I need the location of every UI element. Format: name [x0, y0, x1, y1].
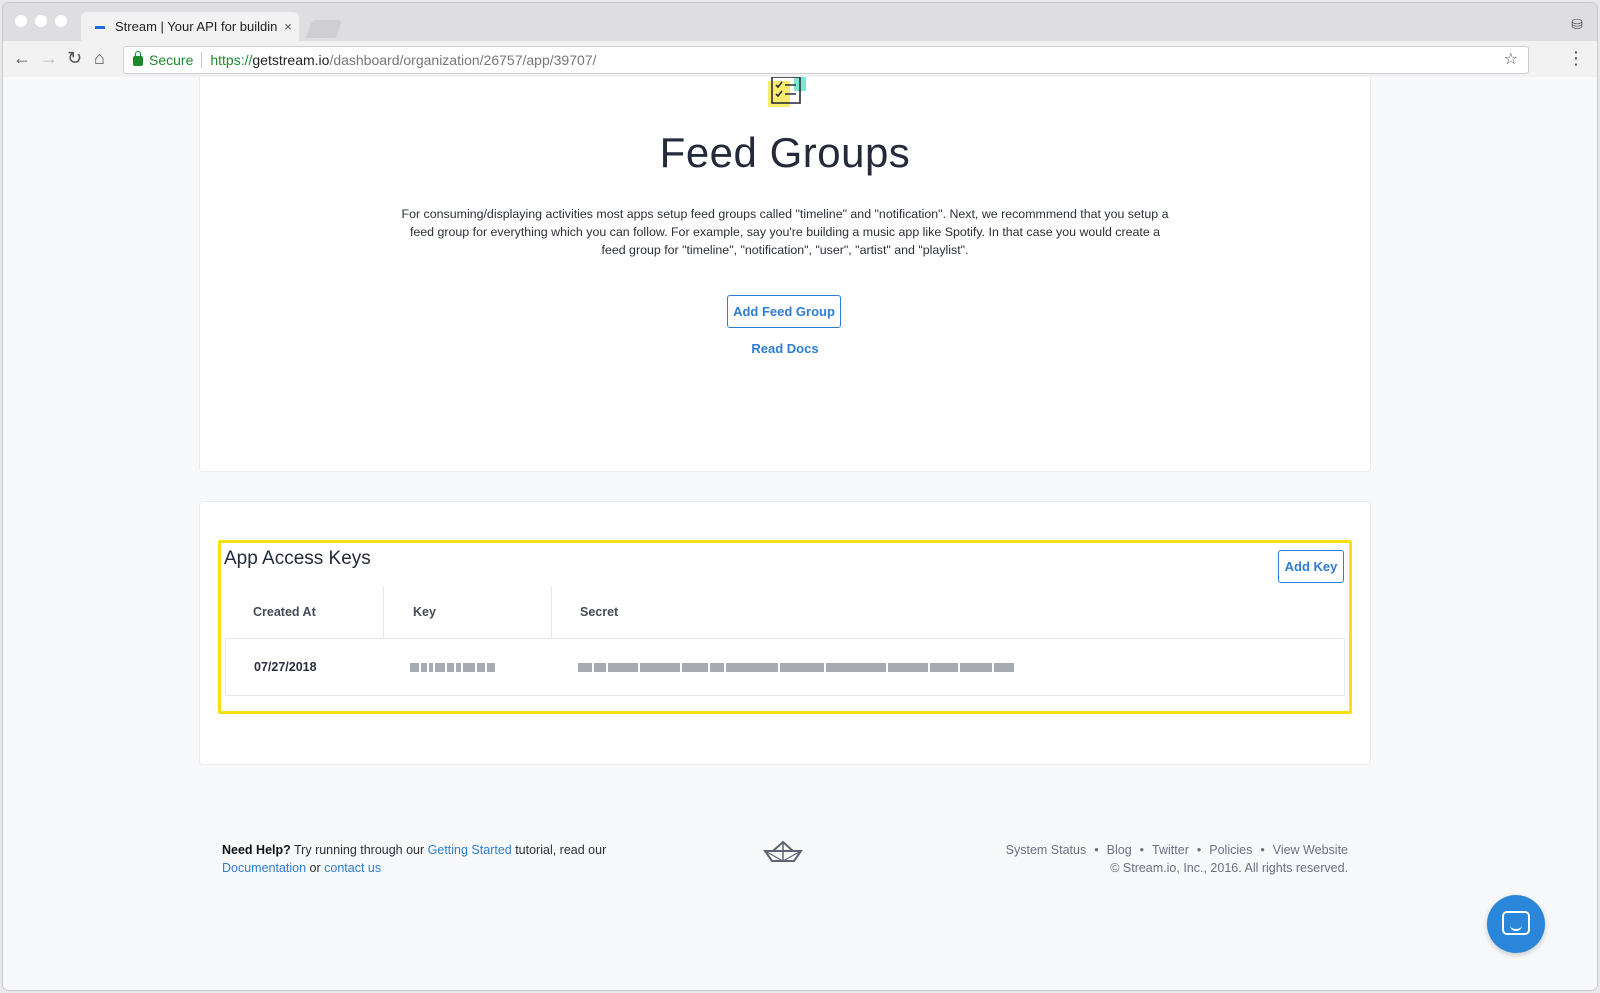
cell-created-at: 07/27/2018 — [254, 660, 317, 674]
reload-icon[interactable]: ↻ — [67, 48, 82, 68]
column-header-secret: Secret — [580, 605, 619, 619]
bookmark-star-icon[interactable]: ☆ — [1504, 49, 1518, 69]
close-window-button[interactable] — [15, 15, 27, 27]
url-path: /dashboard/organization/26757/app/39707/ — [329, 52, 597, 68]
column-header-key: Key — [413, 605, 436, 619]
back-arrow-icon[interactable]: ← — [13, 48, 31, 68]
footer-link-twitter[interactable]: Twitter — [1152, 843, 1189, 857]
feed-groups-card: Feed Groups For consuming/displaying act… — [199, 77, 1371, 472]
tab-title: Stream | Your API for building — [115, 19, 277, 34]
address-separator — [201, 52, 203, 68]
page-title: Feed Groups — [659, 129, 911, 176]
footer-links: System Status • Blog • Twitter • Policies • View… — [1006, 841, 1348, 859]
footer-dot: • — [1196, 843, 1202, 857]
chat-bubble-icon — [1502, 911, 1530, 935]
footer-text: or — [306, 861, 325, 875]
tab-close-icon[interactable]: × — [277, 19, 299, 34]
add-feed-group-button[interactable]: Add Feed Group — [727, 295, 841, 328]
secure-label: Secure — [149, 52, 194, 68]
column-divider — [551, 586, 552, 638]
chat-launcher-button[interactable] — [1487, 895, 1545, 953]
table-header-row: Created At Key Secret — [225, 586, 1345, 638]
browser-window: ▬ Stream | Your API for building × ⛁ ← →… — [3, 3, 1597, 990]
url-scheme: https:// — [210, 52, 253, 68]
footer-links-block: System Status • Blog • Twitter • Policies • View… — [1006, 841, 1348, 877]
stream-boat-logo-icon — [763, 840, 803, 862]
footer-link-view-website[interactable]: View Website — [1273, 843, 1348, 857]
footer-link-blog[interactable]: Blog — [1107, 843, 1132, 857]
footer-dot: • — [1260, 843, 1265, 857]
browser-toolbar: ← → ↻ ⌂ Secure https://getstream.io/dash… — [3, 41, 1597, 78]
dashboard-page: Feed Groups For consuming/displaying act… — [3, 77, 1597, 990]
footer-dot: • — [1139, 843, 1145, 857]
lock-icon — [133, 51, 143, 66]
footer-text: Try running through our — [290, 843, 428, 857]
app-access-keys-card: App Access Keys Add Key Created At Key S… — [199, 501, 1371, 765]
home-icon[interactable]: ⌂ — [94, 48, 105, 68]
getting-started-link[interactable]: Getting Started — [428, 843, 512, 857]
browser-titlebar: ▬ Stream | Your API for building × ⛁ — [3, 3, 1597, 41]
browser-tab[interactable]: ▬ Stream | Your API for building × — [81, 12, 299, 41]
maximize-window-button[interactable] — [55, 15, 67, 27]
new-tab-button[interactable] — [305, 20, 343, 38]
copyright-text: © Stream.io, Inc., 2016. All rights rese… — [1110, 861, 1348, 875]
documentation-link[interactable]: Documentation — [222, 861, 306, 875]
need-help-label: Need Help? — [222, 843, 291, 857]
column-divider — [383, 586, 384, 638]
checklist-icon — [768, 77, 806, 107]
footer-help-text: Need Help? Try running through our Getti… — [222, 841, 662, 877]
redacted-secret-value[interactable] — [578, 663, 1014, 672]
table-row: 07/27/2018 — [225, 638, 1345, 696]
read-docs-link[interactable]: Read Docs — [200, 341, 1370, 356]
column-header-created-at: Created At — [253, 605, 316, 619]
redacted-key-value[interactable] — [410, 663, 495, 672]
forward-arrow-icon[interactable]: → — [40, 48, 58, 68]
contact-us-link[interactable]: contact us — [324, 861, 381, 875]
footer-text: tutorial, read our — [511, 843, 607, 857]
feed-groups-description: For consuming/displaying activities most… — [401, 207, 1169, 257]
footer-link-policies[interactable]: Policies — [1209, 843, 1252, 857]
incognito-icon: ⛁ — [1571, 16, 1583, 32]
access-keys-title: App Access Keys — [224, 548, 371, 569]
footer-link-system-status[interactable]: System Status — [1006, 843, 1087, 857]
minimize-window-button[interactable] — [35, 15, 47, 27]
url-host: getstream.io — [252, 52, 330, 68]
browser-menu-icon[interactable]: ⋮ — [1567, 48, 1585, 69]
add-key-button[interactable]: Add Key — [1278, 550, 1344, 583]
footer-dot: • — [1094, 843, 1099, 857]
stream-favicon-icon: ▬ — [95, 20, 105, 32]
address-bar[interactable]: Secure https://getstream.io/dashboard/or… — [123, 46, 1529, 74]
